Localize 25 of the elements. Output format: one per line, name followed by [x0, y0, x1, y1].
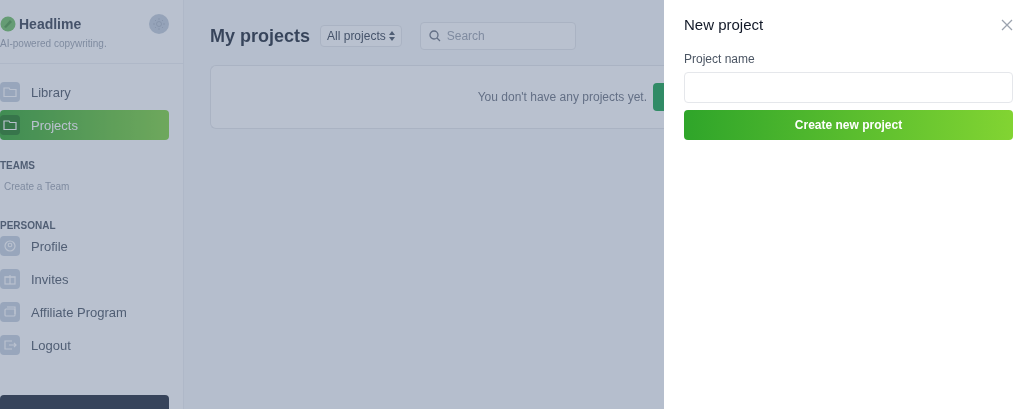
panel-title: New project	[684, 16, 764, 33]
tagline: AI-powered copywriting.	[0, 38, 108, 51]
project-name-field[interactable]	[684, 72, 1013, 103]
brand-name: Headlime	[19, 16, 82, 32]
nav-item[interactable]: Logout	[0, 330, 169, 360]
logo-icon	[0, 16, 16, 32]
page-title: My projects	[210, 25, 311, 47]
nav-item[interactable]: Affiliate Program	[0, 297, 169, 327]
new-project-button[interactable]	[653, 83, 664, 111]
nav-item[interactable]: Projects	[0, 110, 169, 140]
sidebar-footer-button[interactable]	[0, 395, 169, 409]
section-heading: PERSONAL	[0, 220, 57, 231]
folder-icon	[0, 115, 20, 135]
search-field[interactable]: Search	[419, 22, 576, 50]
close-icon[interactable]	[1001, 18, 1013, 31]
nav-item[interactable]: Profile	[0, 231, 169, 261]
empty-message: You don't have any projects yet.	[477, 90, 647, 104]
sort-icon	[388, 31, 395, 41]
create-project-button[interactable]: Create new project	[684, 110, 1013, 140]
section-heading: TEAMS	[0, 160, 36, 171]
sun-icon[interactable]	[149, 14, 169, 34]
field-label: Project name	[684, 52, 756, 66]
filter-select[interactable]: All projects	[320, 25, 402, 47]
nav-item[interactable]: Library	[0, 77, 169, 107]
nav-item[interactable]: Invites	[0, 264, 169, 294]
